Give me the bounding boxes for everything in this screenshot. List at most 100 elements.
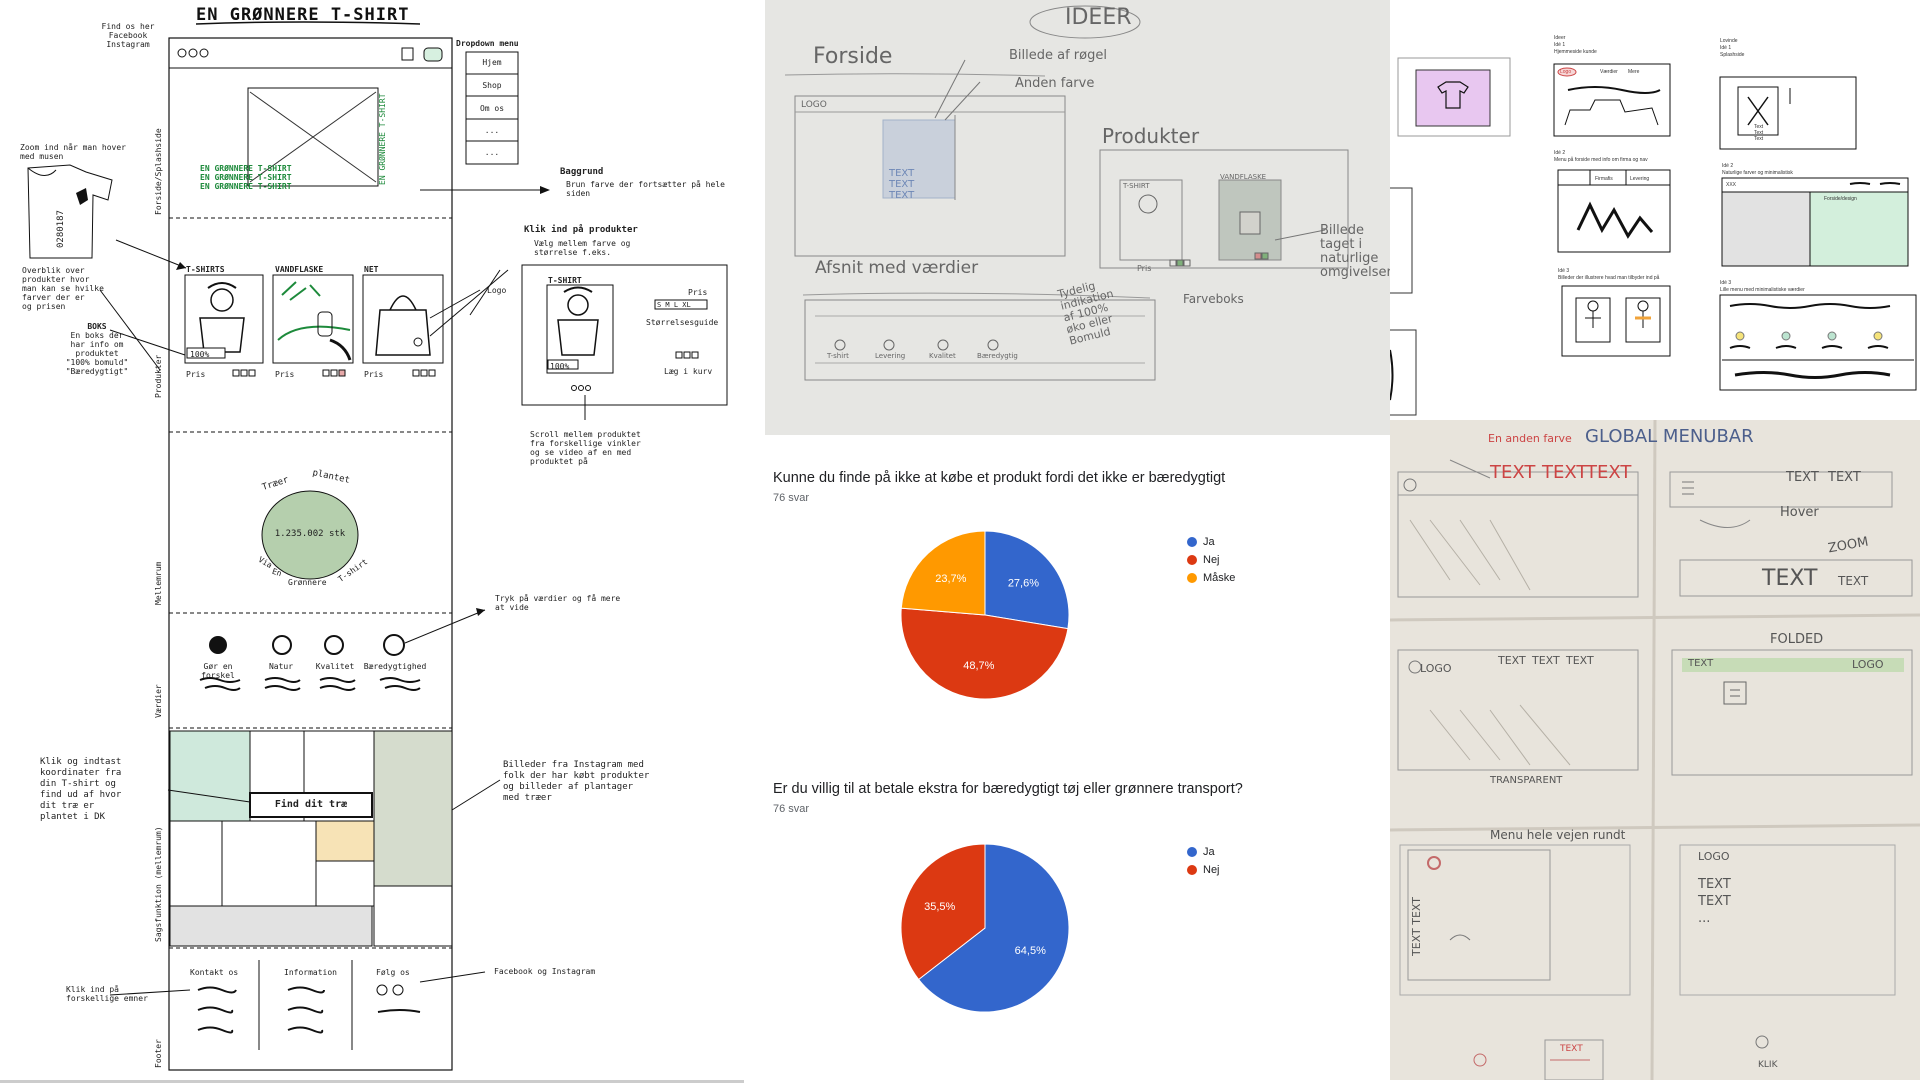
paper-logo-3: LOGO — [1698, 850, 1730, 863]
dropdown-item-more-2: ... — [484, 148, 500, 157]
dropdown-heading: Dropdown menu — [456, 39, 519, 48]
section-label-produkter: Produkter — [154, 354, 163, 398]
footer-follow: Følg os — [376, 968, 410, 977]
pie2-legend-nej: Nej — [1187, 861, 1220, 879]
pie1-label-nej: 48,7% — [963, 660, 994, 672]
wireframe-drawing — [27, 21, 728, 1071]
overview-note: Overblik over produkter hvor man kan se hv… — [22, 266, 104, 311]
legend-label: Nej — [1203, 864, 1220, 876]
paper-text-vertical: TEXT TEXT — [1410, 897, 1423, 956]
click-note-desc: Vælg mellem farve og størrelse f.eks. — [534, 239, 631, 257]
pie1-legend-ja: Ja — [1187, 533, 1235, 551]
sketch-ideer: IDEER — [1065, 5, 1132, 30]
legend-dot-icon — [1187, 537, 1197, 547]
paper-drawing — [1390, 420, 1920, 1080]
section-label-forside: Forside/Splashside — [154, 128, 163, 215]
pie1-legend-måske: Måske — [1187, 569, 1235, 587]
pie2-label-nej: 35,5% — [924, 901, 955, 913]
value-label-baeredygtighed: Bæredygtighed — [363, 662, 427, 671]
digital-tab-2: Levering — [1630, 176, 1650, 182]
sketch-text-lines: TEXT TEXT TEXT — [889, 168, 915, 201]
paper-anden-farve: En anden farve — [1488, 432, 1572, 445]
paper-hover: Hover — [1780, 505, 1819, 520]
section-label-footer: Footer — [154, 1039, 163, 1068]
paper-text-1: TEXT — [1490, 462, 1536, 483]
digital-nav-1: Værdier — [1600, 69, 1618, 75]
sketch-panel: IDEER Forside Billede af røgel Anden far… — [765, 0, 1390, 435]
q1-count: 76 svar — [773, 492, 810, 504]
paper-row2-text-2: TEXT — [1532, 654, 1560, 667]
digital-drawing — [1390, 57, 1917, 416]
click-note-title: Klik ind på produkter — [524, 225, 638, 235]
sketch-logo: LOGO — [801, 100, 827, 110]
scroll-note: Scroll mellem produktet fra forskellige v… — [530, 430, 641, 466]
detail-sizes: S M L XL — [657, 301, 691, 309]
paper-transparent: TRANSPARENT — [1490, 775, 1563, 786]
dropdown-item-hjem: Hjem — [482, 58, 502, 67]
section-label-sagsfunktion: Sagsfunktion (mellemrum) — [154, 826, 163, 942]
legend-label: Nej — [1203, 554, 1220, 566]
paper-klik: KLIK — [1758, 1060, 1778, 1070]
legend-label: Måske — [1203, 572, 1236, 584]
section-label-mellemrum: Mellemrum — [154, 561, 163, 605]
trees-count: 1.235.002 stk — [274, 529, 346, 539]
hero-text: EN GRØNNERE T-SHIRT EN GRØNNERE T-SHIRT EN… — [200, 164, 292, 191]
footer-contact: Kontakt os — [190, 968, 239, 977]
digital-idea2b: Idé 2 Naturlige farver og minimalistisk — [1722, 163, 1793, 176]
paper-foldet: FOLDED — [1770, 632, 1824, 647]
digital-logo-pill: Logo — [1560, 69, 1572, 75]
sketch-billede-note: Billede taget i naturlige omgivelser — [1320, 223, 1390, 280]
legend-dot-icon — [1187, 847, 1197, 857]
wireframe-title: EN GRØNNERE T-SHIRT — [196, 5, 410, 25]
q2-pie-chart: 64,5% 35,5% — [900, 843, 1070, 1013]
paper-logo-2: LOGO — [1852, 658, 1884, 671]
sketch-value-tshirt: T-shirt — [827, 352, 849, 360]
trees-gronnere: Grønnere — [288, 578, 327, 587]
sketch-forside: Forside — [813, 44, 893, 69]
value-label-kvalitet: Kvalitet — [315, 662, 355, 671]
product-category-net: NET — [364, 265, 379, 274]
paper-sketch-panel: GLOBAL MENUBAR En anden farve TEXT TEXT … — [1390, 420, 1920, 1080]
sketch-afsnit: Afsnit med værdier — [815, 258, 979, 278]
tshirt-code: 0280187 — [56, 210, 66, 248]
hero-vertical-text: EN GRØNNERE T-SHIRT — [378, 93, 387, 185]
product-category-vandflaske: VANDFLASKE — [275, 265, 324, 274]
sketch-pris: Pris — [1137, 264, 1152, 273]
pie2-legend-ja: Ja — [1187, 843, 1220, 861]
sketch-anden-farve: Anden farve — [1015, 76, 1095, 91]
dropdown-item-om-os: Om os — [479, 104, 505, 113]
product-price-1: Pris — [186, 370, 206, 379]
sketch-billede-rogel: Billede af røgel — [1009, 48, 1107, 63]
pie1-legend-nej: Nej — [1187, 551, 1235, 569]
dropdown-item-more: ... — [484, 126, 500, 135]
detail-price: Pris — [688, 288, 708, 297]
digital-idea2: Idé 2 Menu på forside med info om firma o… — [1554, 150, 1648, 163]
product-category-tshirts: T-SHIRTS — [186, 265, 225, 274]
zoom-note: Zoom ind når man hover med musen — [20, 143, 126, 161]
digital-tab-1: Firmafis — [1595, 176, 1613, 182]
legend-dot-icon — [1187, 573, 1197, 583]
coords-note: Klik og indtast koordinater fra din T-shir… — [40, 757, 122, 822]
paper-row2-text-1: TEXT — [1498, 654, 1526, 667]
legend-label: Ja — [1203, 536, 1215, 548]
sketch-value-levering: Levering — [875, 352, 906, 360]
q2-legend: Ja Nej — [1187, 843, 1220, 879]
paper-text-right-1: TEXT — [1786, 470, 1819, 485]
paper-menu-hele: Menu hele vejen rundt — [1490, 828, 1626, 842]
find-us-note: Find os her Facebook Instagram — [101, 22, 155, 49]
pie1-label-ja: 27,6% — [1008, 577, 1039, 589]
find-tree-button[interactable]: Find dit træ — [250, 800, 372, 810]
paper-text-big: TEXT — [1762, 566, 1818, 591]
click-subjects-note: Klik ind på forskellige emner — [66, 985, 148, 1003]
paper-logo-1: LOGO — [1420, 662, 1452, 675]
background-note-title: Baggrund — [560, 167, 604, 177]
section-label-vaerdier: Værdier — [154, 684, 163, 718]
fb-insta-note: Facebook og Instagram — [494, 967, 596, 976]
q2-count: 76 svar — [773, 803, 810, 815]
detail-label: T-SHIRT — [548, 276, 582, 285]
paper-text-small: TEXT — [1838, 574, 1869, 588]
product-price-2: Pris — [275, 370, 295, 379]
boks-note: BOKS En boks der har info om produktet "100%… — [65, 322, 129, 376]
paper-text-col: TEXT TEXT... — [1698, 877, 1731, 926]
digital-xxx: XXX — [1726, 182, 1737, 188]
